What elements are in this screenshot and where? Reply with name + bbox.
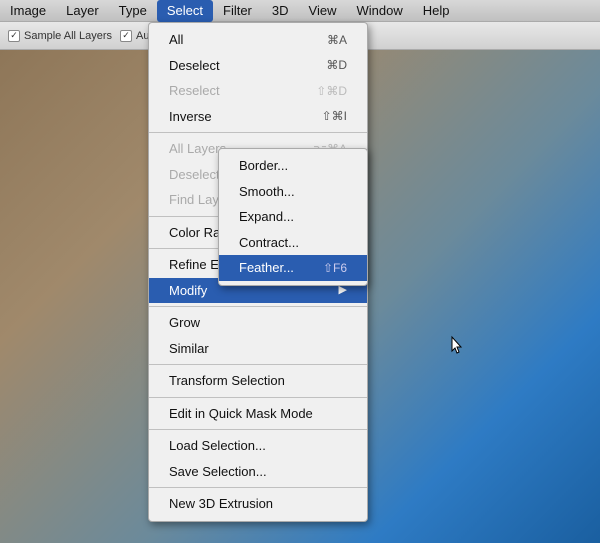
menubar-item-type[interactable]: Type bbox=[109, 0, 157, 22]
separator-5 bbox=[149, 364, 367, 365]
submenu-item-feather-shortcut: ⇧F6 bbox=[323, 259, 347, 277]
submenu-item-expand-label: Expand... bbox=[239, 207, 294, 227]
menu-item-reselect[interactable]: Reselect ⇧⌘D bbox=[149, 78, 367, 104]
auto-enhance-checkbox[interactable] bbox=[120, 30, 132, 42]
submenu-item-feather[interactable]: Feather... ⇧F6 bbox=[219, 255, 367, 281]
menubar-item-layer[interactable]: Layer bbox=[56, 0, 109, 22]
menu-item-similar-label: Similar bbox=[169, 339, 209, 359]
sample-all-label: Sample All Layers bbox=[24, 30, 112, 42]
menu-item-modify-label: Modify bbox=[169, 281, 207, 301]
submenu-item-expand[interactable]: Expand... bbox=[219, 204, 367, 230]
submenu-item-feather-label: Feather... bbox=[239, 258, 294, 278]
submenu-item-contract[interactable]: Contract... bbox=[219, 230, 367, 256]
menubar-item-3d[interactable]: 3D bbox=[262, 0, 299, 22]
submenu-item-border-label: Border... bbox=[239, 156, 288, 176]
menubar-item-image[interactable]: Image bbox=[0, 0, 56, 22]
menu-item-transform-selection-label: Transform Selection bbox=[169, 371, 285, 391]
menu-item-all-label: All bbox=[169, 30, 183, 50]
submenu-item-smooth-label: Smooth... bbox=[239, 182, 295, 202]
submenu-item-contract-label: Contract... bbox=[239, 233, 299, 253]
menu-item-inverse-label: Inverse bbox=[169, 107, 212, 127]
menu-item-inverse-shortcut: ⇧⌘I bbox=[322, 107, 347, 125]
menu-item-transform-selection[interactable]: Transform Selection bbox=[149, 368, 367, 394]
separator-4 bbox=[149, 306, 367, 307]
menu-item-save-selection[interactable]: Save Selection... bbox=[149, 459, 367, 485]
menu-item-all-shortcut: ⌘A bbox=[327, 31, 347, 49]
modify-submenu: Border... Smooth... Expand... Contract..… bbox=[218, 148, 368, 286]
submenu-item-smooth[interactable]: Smooth... bbox=[219, 179, 367, 205]
menu-item-load-selection-label: Load Selection... bbox=[169, 436, 266, 456]
menu-item-deselect-label: Deselect bbox=[169, 56, 220, 76]
menu-item-all[interactable]: All ⌘A bbox=[149, 27, 367, 53]
menubar: Image Layer Type Select Filter 3D View W… bbox=[0, 0, 600, 22]
separator-7 bbox=[149, 429, 367, 430]
separator-8 bbox=[149, 487, 367, 488]
menu-item-deselect[interactable]: Deselect ⌘D bbox=[149, 53, 367, 79]
menu-item-reselect-label: Reselect bbox=[169, 81, 220, 101]
toolbar-sample: Sample All Layers bbox=[8, 30, 112, 42]
separator-6 bbox=[149, 397, 367, 398]
sample-all-checkbox[interactable] bbox=[8, 30, 20, 42]
menu-item-new-3d-label: New 3D Extrusion bbox=[169, 494, 273, 514]
menu-item-load-selection[interactable]: Load Selection... bbox=[149, 433, 367, 459]
menu-item-quick-mask-label: Edit in Quick Mask Mode bbox=[169, 404, 313, 424]
menubar-item-select[interactable]: Select bbox=[157, 0, 213, 22]
menu-item-grow[interactable]: Grow bbox=[149, 310, 367, 336]
menu-item-grow-label: Grow bbox=[169, 313, 200, 333]
menubar-item-window[interactable]: Window bbox=[346, 0, 412, 22]
menu-item-save-selection-label: Save Selection... bbox=[169, 462, 267, 482]
separator-1 bbox=[149, 132, 367, 133]
menu-item-new-3d[interactable]: New 3D Extrusion bbox=[149, 491, 367, 517]
menu-item-reselect-shortcut: ⇧⌘D bbox=[316, 82, 347, 100]
menubar-item-help[interactable]: Help bbox=[413, 0, 460, 22]
menu-item-deselect-shortcut: ⌘D bbox=[326, 56, 347, 74]
menubar-item-view[interactable]: View bbox=[299, 0, 347, 22]
menubar-item-filter[interactable]: Filter bbox=[213, 0, 262, 22]
menu-item-quick-mask[interactable]: Edit in Quick Mask Mode bbox=[149, 401, 367, 427]
submenu-item-border[interactable]: Border... bbox=[219, 153, 367, 179]
menu-item-inverse[interactable]: Inverse ⇧⌘I bbox=[149, 104, 367, 130]
menu-item-similar[interactable]: Similar bbox=[149, 336, 367, 362]
